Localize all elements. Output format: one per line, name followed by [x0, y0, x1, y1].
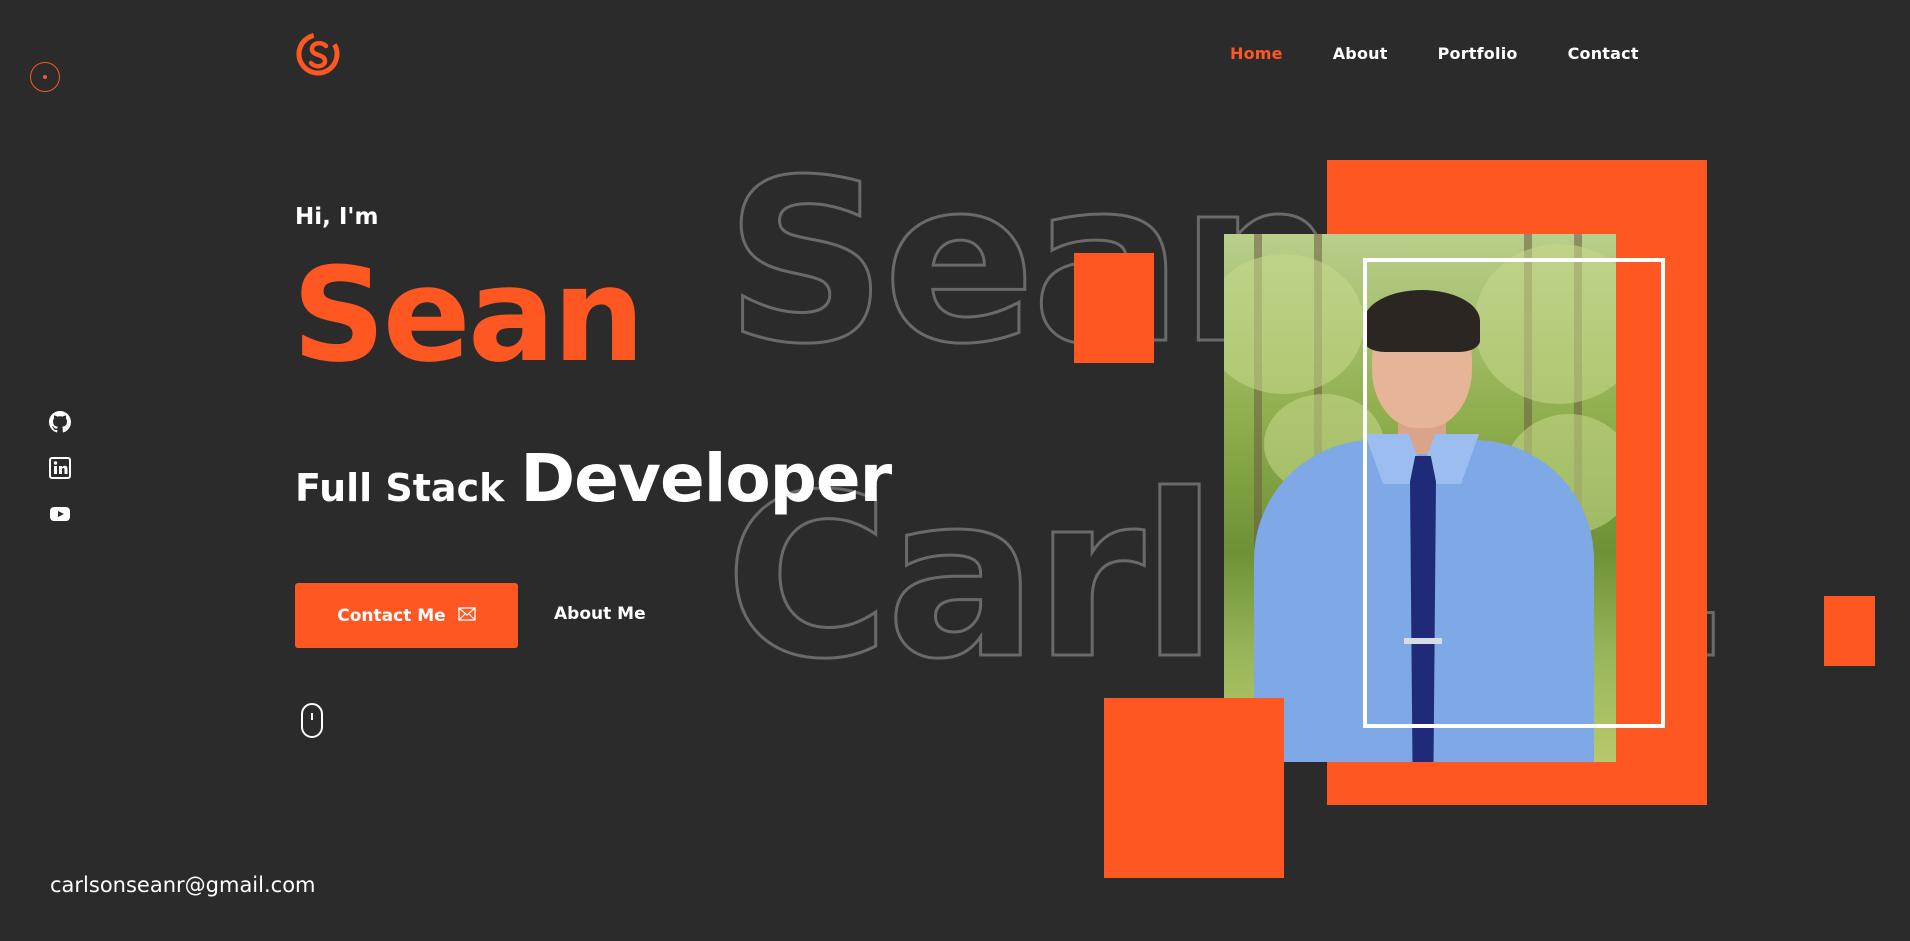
- mail-icon: [458, 606, 476, 626]
- contact-me-label: Contact Me: [337, 605, 446, 626]
- nav-home[interactable]: Home: [1230, 44, 1283, 63]
- orange-accent-square-bottom: [1104, 698, 1284, 878]
- white-frame-outline: [1363, 258, 1665, 728]
- cursor-ring: [30, 62, 60, 92]
- role-title: Developer: [520, 440, 892, 517]
- nav-contact[interactable]: Contact: [1568, 44, 1639, 63]
- cs-logo-icon[interactable]: [295, 30, 341, 78]
- greeting-text: Hi, I'm: [295, 204, 379, 230]
- role-prefix: Full Stack: [295, 466, 505, 510]
- contact-me-button[interactable]: Contact Me: [295, 583, 518, 648]
- nav-portfolio[interactable]: Portfolio: [1438, 44, 1518, 63]
- orange-accent-square: [1074, 253, 1154, 363]
- main-nav: Home About Portfolio Contact: [1230, 44, 1639, 63]
- github-icon[interactable]: [49, 411, 71, 433]
- social-links: [49, 411, 71, 525]
- orange-accent-square-right: [1824, 596, 1875, 666]
- linkedin-icon[interactable]: [49, 457, 71, 479]
- hero-name: Sean: [292, 239, 645, 391]
- contact-email[interactable]: carlsonseanr@gmail.com: [50, 873, 316, 897]
- hero-role: Full Stack Developer: [295, 440, 892, 517]
- nav-about[interactable]: About: [1333, 44, 1388, 63]
- youtube-icon[interactable]: [49, 503, 71, 525]
- about-me-link[interactable]: About Me: [554, 604, 646, 624]
- scroll-mouse-icon[interactable]: [301, 703, 323, 738]
